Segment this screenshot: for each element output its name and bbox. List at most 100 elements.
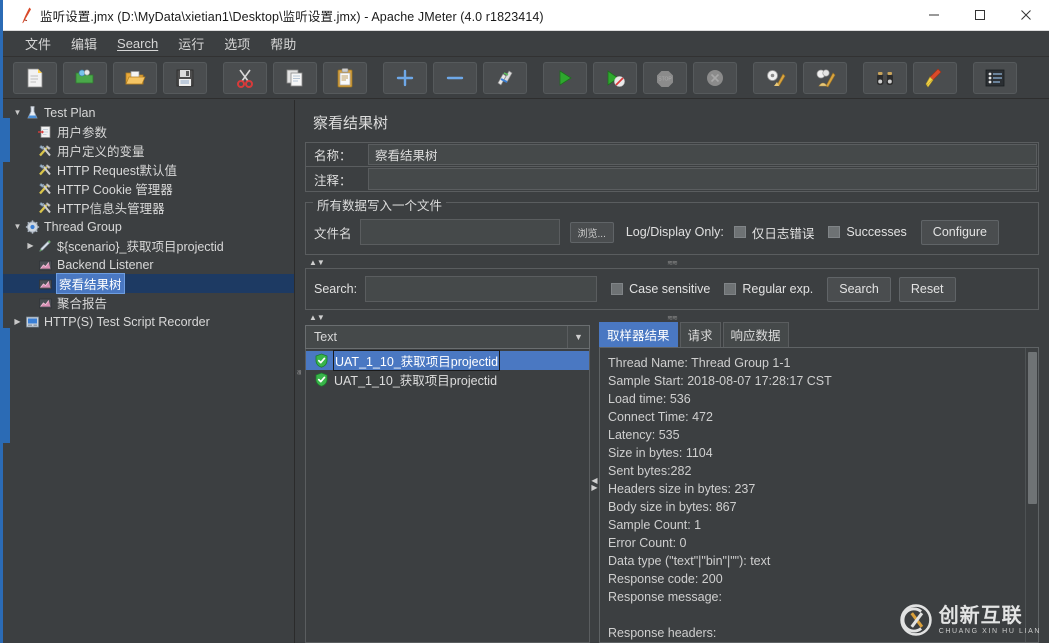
tab-request[interactable]: 请求 [680,322,721,347]
successes-box[interactable] [828,226,840,238]
window-controls [911,0,1049,31]
results-area: Text ▼ UAT_1_10_获取项目projectid UAT_1_10_获… [305,325,1039,643]
regular-exp-label: Regular exp. [742,282,813,296]
menu-options[interactable]: 选项 [214,31,260,56]
errors-only-box[interactable] [734,226,746,238]
paste-button[interactable] [323,62,367,94]
new-test-plan-button[interactable] [13,62,57,94]
result-list-item[interactable]: UAT_1_10_获取项目projectid [306,351,589,370]
browse-button[interactable]: 浏览... [570,222,614,243]
tree-node-http-request-defaults[interactable]: HTTP Request默认值 [3,160,294,179]
menu-file[interactable]: 文件 [15,31,61,56]
close-button[interactable] [1003,0,1049,31]
search-submit-button[interactable]: Search [827,277,891,302]
tree-node-backend-listener[interactable]: Backend Listener [3,255,294,274]
tree-node-user-parameters[interactable]: 用户参数 [3,122,294,141]
lower-horizontal-splitter[interactable]: ▲▼ ≋≋ [305,312,1039,323]
search-input[interactable] [365,276,597,302]
save-button[interactable] [163,62,207,94]
results-vertical-splitter[interactable]: ◀ ▶ [590,325,599,643]
start-button[interactable] [543,62,587,94]
successes-label: Successes [846,225,906,239]
toggle-button[interactable] [483,62,527,94]
tree-node-label: HTTP(S) Test Script Recorder [44,315,210,329]
maximize-button[interactable] [957,0,1003,31]
tree-node-label: Thread Group [44,220,122,234]
comment-input[interactable] [368,168,1037,190]
regular-exp-box[interactable] [724,283,736,295]
toggle-pencil-icon [494,67,516,89]
configure-button[interactable]: Configure [921,220,999,245]
menu-edit[interactable]: 编辑 [61,31,107,56]
reset-search-button[interactable] [913,62,957,94]
config-element-icon [37,200,57,216]
search-reset-button[interactable]: Reset [899,277,956,302]
tree-node-label: HTTP信息头管理器 [57,198,165,217]
upper-horizontal-splitter[interactable]: ▲▼ ≋≋ [305,257,1039,268]
name-input[interactable]: 察看结果树 [368,144,1037,165]
copy-button[interactable] [273,62,317,94]
clear-all-button[interactable] [803,62,847,94]
splitter-arrows[interactable]: ▲▼ [309,259,325,267]
chevron-right-icon[interactable]: ▶ [11,317,24,326]
open-button[interactable] [113,62,157,94]
tab-response-data[interactable]: 响应数据 [723,322,789,347]
collapse-all-button[interactable] [433,62,477,94]
renderer-select[interactable]: Text ▼ [305,325,590,349]
chevron-down-icon[interactable]: ▼ [567,326,589,348]
tree-node-http-script-recorder[interactable]: ▶ HTTP(S) Test Script Recorder [3,312,294,331]
start-no-pauses-button[interactable] [593,62,637,94]
result-vertical-scrollbar[interactable] [1025,348,1038,642]
sampler-result-line [608,606,1017,624]
sampler-result-text[interactable]: Thread Name: Thread Group 1-1Sample Star… [600,348,1025,642]
filename-label: 文件名 [314,223,352,242]
scrollbar-thumb[interactable] [1028,352,1037,504]
errors-only-checkbox[interactable]: 仅日志错误 [734,223,815,242]
tree-node-view-results-tree[interactable]: 察看结果树 [3,274,294,293]
filename-row: 文件名 浏览... Log/Display Only: 仅日志错误 Succes… [314,219,1030,245]
menu-help[interactable]: 帮助 [260,31,306,56]
clear-button[interactable] [753,62,797,94]
tree-node-aggregate-report[interactable]: 聚合报告 [3,293,294,312]
tree-node-test-plan[interactable]: ▼Test Plan [3,103,294,122]
menu-search[interactable]: Search [107,33,168,54]
cut-button[interactable] [223,62,267,94]
page-title: 察看结果树 [305,106,1039,142]
name-field-row: 名称： 察看结果树 [305,142,1039,167]
stop-button[interactable]: STOP [643,62,687,94]
write-results-to-file-group: 所有数据写入一个文件 文件名 浏览... Log/Display Only: 仅… [305,202,1039,255]
filename-input[interactable] [360,219,560,245]
function-helper-button[interactable] [973,62,1017,94]
chevron-down-icon[interactable]: ▼ [11,222,24,231]
case-sensitive-box[interactable] [611,283,623,295]
tree-node-label: HTTP Request默认值 [57,160,177,179]
chevron-down-icon[interactable]: ▼ [11,108,24,117]
chevron-right-icon[interactable]: ▶ [24,241,37,250]
expand-all-button[interactable] [383,62,427,94]
minus-icon [444,67,466,89]
result-list-item[interactable]: UAT_1_10_获取项目projectid [306,370,589,389]
tab-sampler-result[interactable]: 取样器结果 [599,322,678,347]
tree-node-user-defined-variables[interactable]: 用户定义的变量 [3,141,294,160]
green-play-icon [554,67,576,89]
successes-checkbox[interactable]: Successes [828,225,906,239]
config-element-icon [37,143,57,159]
regular-exp-checkbox[interactable]: Regular exp. [724,282,813,296]
tree-node-http-header-manager[interactable]: HTTP信息头管理器 [3,198,294,217]
splitter-arrows-2[interactable]: ▲▼ [309,314,325,322]
search-button[interactable] [863,62,907,94]
tree-node-http-cookie-manager[interactable]: HTTP Cookie 管理器 [3,179,294,198]
clear-all-brush-icon [814,67,836,89]
menu-run[interactable]: 运行 [168,31,214,56]
splitter-right-arrow-icon[interactable]: ▶ [591,484,597,491]
splitter-dots: ≋≋ [667,259,677,267]
templates-button[interactable] [63,62,107,94]
tree-node-thread-group[interactable]: ▼ Thread Group [3,217,294,236]
listener-icon [37,276,57,292]
sampler-result-line: Size in bytes: 1104 [608,444,1017,462]
shutdown-button[interactable] [693,62,737,94]
case-sensitive-checkbox[interactable]: Case sensitive [611,282,710,296]
tree-node-sampler-get-projectid[interactable]: ▶${scenario}_获取项目projectid [3,236,294,255]
minimize-button[interactable] [911,0,957,31]
sampler-result-line: Sample Count: 1 [608,516,1017,534]
